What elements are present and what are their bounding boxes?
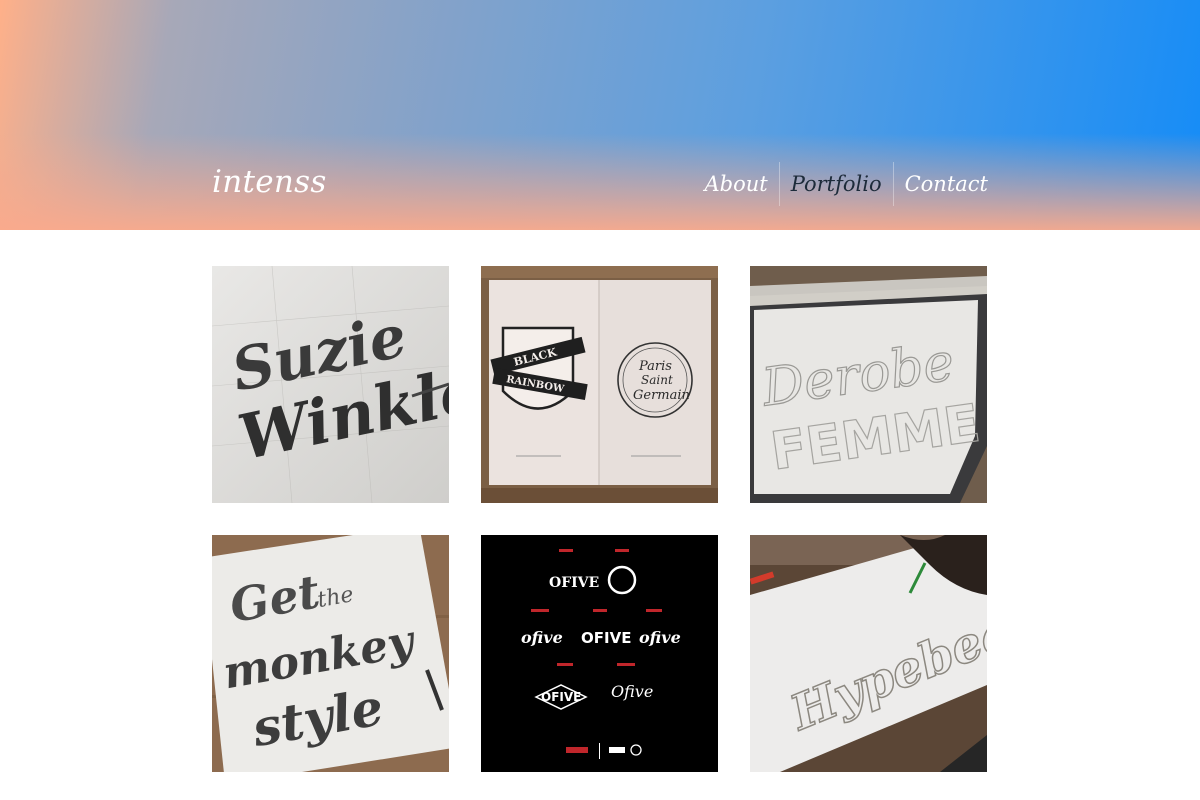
tile5-logo-4: ofive — [639, 628, 681, 647]
ofive-logos-image: OFIVE ofive OFIVE ofive OFIVE Ofive — [481, 535, 718, 772]
portfolio-item-derobe[interactable]: Derobe FEMME — [750, 266, 987, 503]
nav-about[interactable]: About — [704, 162, 778, 206]
hypebeast-image: Hypebeast — [750, 535, 987, 772]
tile5-logo-3: OFIVE — [581, 629, 631, 647]
suzie-winkle-image: Suzie Winkle — [212, 266, 449, 503]
portfolio-item-ofive[interactable]: OFIVE ofive OFIVE ofive OFIVE Ofive — [481, 535, 718, 772]
tile5-logo-1: OFIVE — [549, 575, 599, 591]
main-nav: About Portfolio Contact — [704, 162, 988, 206]
tile2-word-5: Germain — [633, 388, 690, 403]
monkey-style-image: Get the monkey style — [212, 535, 449, 772]
tile2-word-3: Paris — [638, 359, 672, 374]
portfolio-grid: Suzie Winkle BLACK RAINBOW Paris Saint G… — [212, 266, 988, 772]
portfolio-item-suzie-winkle[interactable]: Suzie Winkle — [212, 266, 449, 503]
portfolio-item-black-rainbow[interactable]: BLACK RAINBOW Paris Saint Germain — [481, 266, 718, 503]
nav-portfolio[interactable]: Portfolio — [778, 162, 893, 206]
nav-contact[interactable]: Contact — [892, 162, 988, 206]
tile2-word-4: Saint — [641, 373, 673, 387]
portfolio-item-monkey-style[interactable]: Get the monkey style — [212, 535, 449, 772]
derobe-image: Derobe FEMME — [750, 266, 987, 503]
black-rainbow-image: BLACK RAINBOW Paris Saint Germain — [481, 266, 718, 503]
tile5-logo-6: Ofive — [611, 682, 653, 701]
portfolio-item-hypebeast[interactable]: Hypebeast — [750, 535, 987, 772]
site-header: intenss About Portfolio Contact — [0, 0, 1200, 230]
site-logo[interactable]: intenss — [212, 164, 327, 200]
tile5-logo-5: OFIVE — [541, 690, 581, 704]
tile5-logo-2: ofive — [521, 628, 563, 647]
